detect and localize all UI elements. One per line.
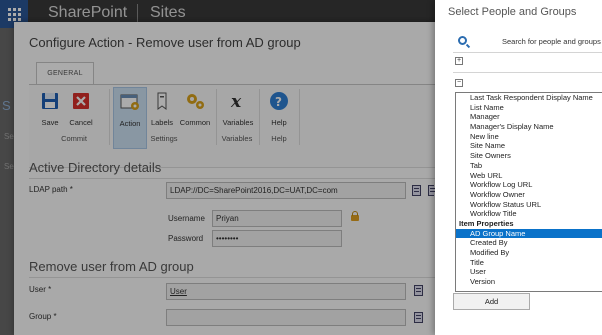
- list-item[interactable]: Last Task Respondent Display Name: [456, 93, 602, 103]
- list-item[interactable]: Workflow Title: [456, 209, 602, 219]
- list-item[interactable]: Workflow Owner: [456, 190, 602, 200]
- list-item[interactable]: Site Owners: [456, 151, 602, 161]
- list-items: Last Task Respondent Display Name List Na…: [456, 93, 602, 287]
- list-item[interactable]: Workflow Status URL: [456, 200, 602, 210]
- expand-icon[interactable]: +: [455, 57, 463, 65]
- search-icon[interactable]: [458, 36, 467, 45]
- list-item[interactable]: AD Group Name: [456, 228, 602, 239]
- collapse-icon[interactable]: −: [455, 79, 463, 87]
- list-group-header: Item Properties: [459, 218, 514, 228]
- search-input[interactable]: Search for people and groups: [502, 37, 601, 46]
- divider: [453, 72, 602, 73]
- list-item[interactable]: Version: [456, 277, 602, 287]
- panel-title: Select People and Groups: [448, 6, 577, 18]
- list-item[interactable]: Site Name: [456, 141, 602, 151]
- list-item[interactable]: Title: [456, 258, 602, 268]
- divider: [453, 52, 602, 53]
- screen: SharePoint Sites S Se Se Configure Actio…: [0, 0, 602, 335]
- list-item[interactable]: Tab: [456, 161, 602, 171]
- list-item[interactable]: Workflow Log URL: [456, 180, 602, 190]
- field-listbox[interactable]: Last Task Respondent Display Name List Na…: [455, 92, 602, 292]
- modal-overlay: [0, 0, 435, 335]
- list-item[interactable]: Created By: [456, 238, 602, 248]
- list-item[interactable]: New line: [456, 132, 602, 142]
- list-item[interactable]: List Name: [456, 103, 602, 113]
- list-item[interactable]: Modified By: [456, 248, 602, 258]
- list-item[interactable]: Manager's Display Name: [456, 122, 602, 132]
- list-item[interactable]: User: [456, 267, 602, 277]
- list-item[interactable]: Manager: [456, 112, 602, 122]
- people-picker-panel: Select People and Groups Search for peop…: [435, 0, 602, 335]
- add-button[interactable]: Add: [453, 293, 530, 310]
- list-item[interactable]: Web URL: [456, 171, 602, 181]
